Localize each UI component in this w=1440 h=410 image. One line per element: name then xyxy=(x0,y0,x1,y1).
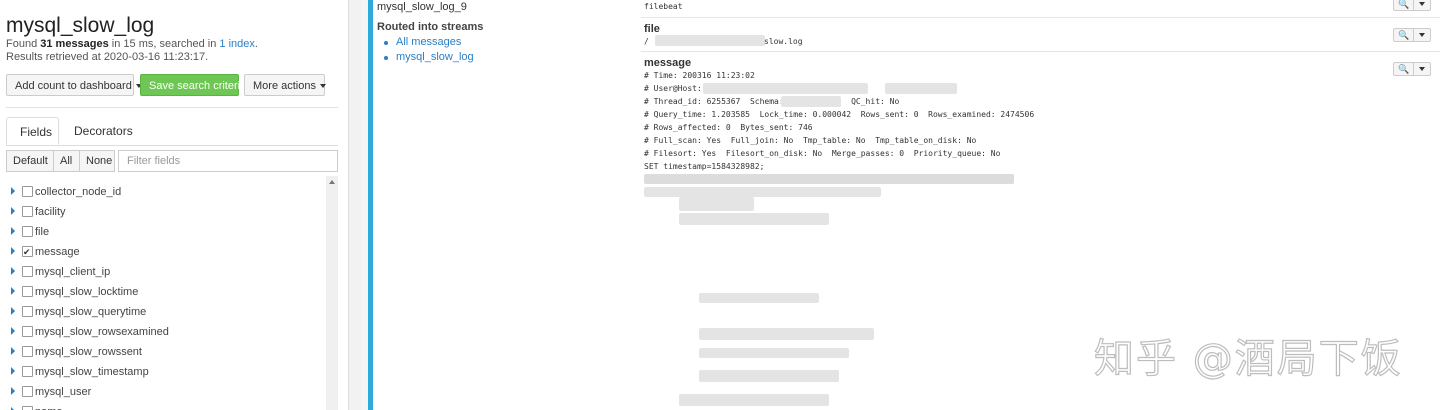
routed-into-streams-label: Routed into streams xyxy=(377,21,484,33)
expand-triangle-icon[interactable] xyxy=(11,247,15,255)
fields-all-button[interactable]: All xyxy=(53,150,80,172)
chevron-down-icon xyxy=(1419,2,1425,6)
fields-default-button[interactable]: Default xyxy=(6,150,54,172)
search-sidebar: mysql_slow_log Found 31 messages in 15 m… xyxy=(0,0,349,410)
field-actions-source[interactable]: 🔍 xyxy=(1393,0,1431,11)
redacted-block xyxy=(699,293,819,303)
redacted-block xyxy=(644,174,1014,184)
field-checkbox[interactable] xyxy=(22,406,33,410)
expand-triangle-icon[interactable] xyxy=(11,227,15,235)
watermark: 知乎 @酒局下饭 xyxy=(1093,335,1403,382)
chevron-down-icon xyxy=(319,84,326,89)
chevron-down-icon xyxy=(1419,33,1425,37)
message-line: # Thread_id: 6255367 Schema: QC_hit: No xyxy=(644,97,900,106)
message-count: 31 messages xyxy=(40,38,109,50)
expand-triangle-icon[interactable] xyxy=(11,267,15,275)
expand-triangle-icon[interactable] xyxy=(11,387,15,395)
field-checkbox[interactable] xyxy=(22,243,33,261)
fields-none-button[interactable]: None xyxy=(79,150,115,172)
message-line: # Rows_affected: 0 Bytes_sent: 746 xyxy=(644,123,813,132)
field-label: mysql_slow_rowsexamined xyxy=(35,326,169,338)
tab-fields[interactable]: Fields xyxy=(6,117,59,145)
index-link[interactable]: 1 index xyxy=(219,38,254,50)
redacted-block xyxy=(679,394,829,406)
redacted-block xyxy=(679,197,754,211)
expand-triangle-icon[interactable] xyxy=(11,187,15,195)
field-list: collector_node_id facility file message mysq… xyxy=(6,176,326,410)
field-checkbox[interactable] xyxy=(22,326,33,337)
field-label: mysql_slow_locktime xyxy=(35,286,139,298)
redacted-block xyxy=(781,96,841,107)
field-checkbox[interactable] xyxy=(22,286,33,297)
field-checkbox[interactable] xyxy=(22,266,33,277)
field-checkbox[interactable] xyxy=(22,306,33,317)
expand-triangle-icon[interactable] xyxy=(11,347,15,355)
sidebar-tabs: Fields Decorators xyxy=(6,117,338,146)
field-actions-file[interactable]: 🔍 xyxy=(1393,28,1431,42)
field-actions-message[interactable]: 🔍 xyxy=(1393,62,1431,76)
search-icon: 🔍 xyxy=(1398,64,1410,74)
scroll-up-icon[interactable] xyxy=(329,180,335,184)
field-label: mysql_slow_timestamp xyxy=(35,366,149,378)
expand-triangle-icon[interactable] xyxy=(11,307,15,315)
message-line: SET timestamp=1584328982; xyxy=(644,162,765,171)
expand-triangle-icon[interactable] xyxy=(11,367,15,375)
expand-triangle-icon[interactable] xyxy=(11,207,15,215)
field-label: mysql_client_ip xyxy=(35,266,111,278)
add-count-to-dashboard-button[interactable]: Add count to dashboard xyxy=(6,74,142,96)
field-checkbox[interactable] xyxy=(22,366,33,377)
message-line: # Time: 200316 11:23:02 xyxy=(644,71,755,80)
save-search-criteria-button[interactable]: Save search criteria xyxy=(140,74,246,96)
field-label: message xyxy=(35,246,80,258)
search-summary: Found 31 messages in 15 ms, searched in … xyxy=(6,38,258,50)
source-value: filebeat xyxy=(644,2,683,11)
search-icon: 🔍 xyxy=(1398,0,1410,9)
sidebar-scrollbar[interactable] xyxy=(348,0,361,410)
field-label-message: message xyxy=(644,57,692,69)
message-line: # Filesort: Yes Filesort_on_disk: No Mer… xyxy=(644,149,1001,158)
redacted-block xyxy=(644,187,881,197)
redacted-block xyxy=(699,348,849,358)
redacted-block xyxy=(699,370,839,382)
redacted-block xyxy=(703,83,868,94)
message-line: # Query_time: 1.203585 Lock_time: 0.0000… xyxy=(644,110,1035,119)
field-checkbox[interactable] xyxy=(22,386,33,397)
redacted-block xyxy=(885,83,957,94)
message-line: # Full_scan: Yes Full_join: No Tmp_table… xyxy=(644,136,977,145)
field-label: file xyxy=(35,226,50,238)
field-label: mysql_slow_rowssent xyxy=(35,346,142,358)
field-list-scrollbar[interactable] xyxy=(326,176,338,410)
redacted-block xyxy=(699,328,874,340)
file-path-suffix: slow.log xyxy=(764,37,803,46)
field-checkbox[interactable] xyxy=(22,186,33,197)
field-label: facility xyxy=(35,206,66,218)
search-icon: 🔍 xyxy=(1398,30,1410,40)
field-checkbox[interactable] xyxy=(22,226,33,237)
field-label-file: file xyxy=(644,23,660,35)
field-checkbox[interactable] xyxy=(22,346,33,357)
field-label: name xyxy=(35,403,63,410)
stream-link-mysql-slow-log[interactable]: mysql_slow_log xyxy=(396,51,474,63)
filter-fields-input[interactable] xyxy=(118,150,338,172)
more-actions-button[interactable]: More actions xyxy=(244,74,326,96)
field-label: mysql_user xyxy=(35,386,92,398)
redacted-block xyxy=(679,213,829,225)
expand-triangle-icon[interactable] xyxy=(11,327,15,335)
redacted-block xyxy=(655,35,765,46)
stream-link-all-messages[interactable]: All messages xyxy=(396,36,461,48)
divider xyxy=(6,107,338,108)
expand-triangle-icon[interactable] xyxy=(11,287,15,295)
stream-name: mysql_slow_log_9 xyxy=(377,1,467,13)
retrieved-timestamp: Results retrieved at 2020-03-16 11:23:17… xyxy=(6,51,209,63)
file-path-prefix: / xyxy=(644,37,649,46)
field-label: collector_node_id xyxy=(35,186,122,198)
page-title: mysql_slow_log xyxy=(6,14,155,37)
field-checkbox[interactable] xyxy=(22,206,33,217)
field-label: mysql_slow_querytime xyxy=(35,306,147,318)
chevron-down-icon xyxy=(1419,67,1425,71)
tab-decorators[interactable]: Decorators xyxy=(61,117,146,145)
